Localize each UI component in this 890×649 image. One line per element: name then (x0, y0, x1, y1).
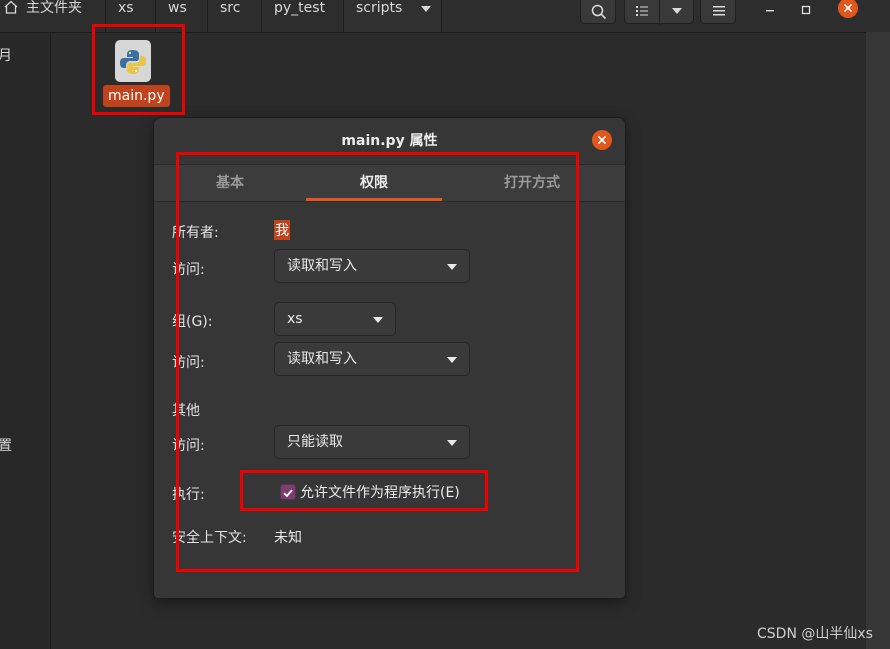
owner-access-select[interactable]: 读取和写入 (274, 249, 470, 283)
dialog-title: main.py 属性 (341, 133, 438, 149)
breadcrumb-src[interactable]: src (208, 0, 262, 32)
breadcrumb-py-test[interactable]: py_test (262, 0, 344, 32)
chevron-down-icon (447, 264, 457, 270)
menu-button[interactable] (700, 0, 736, 24)
breadcrumb-home[interactable]: 主文件夹 (0, 0, 106, 32)
dialog-close-button[interactable] (592, 130, 612, 150)
others-access-value: 只能读取 (287, 434, 343, 450)
execute-checkbox-label: 允许文件作为程序执行(E) (300, 485, 460, 501)
hamburger-icon (713, 6, 725, 16)
minimize-icon (766, 10, 774, 12)
breadcrumb-ws[interactable]: ws (156, 0, 208, 32)
breadcrumb-scripts[interactable]: scripts (344, 0, 442, 32)
others-heading: 其他 (172, 403, 200, 419)
chevron-down-icon (421, 6, 431, 12)
group-access-label: 访问: (172, 355, 205, 371)
file-name-label: main.py (103, 85, 170, 107)
owner-label: 所有者: (172, 225, 219, 241)
scrollbar-area (866, 32, 890, 649)
chevron-down-icon (447, 440, 457, 446)
security-context-label: 安全上下文: (172, 530, 247, 546)
divider (659, 0, 660, 25)
chevron-down-icon[interactable] (672, 8, 682, 14)
breadcrumb-label: xs (118, 0, 134, 16)
breadcrumb-label: scripts (356, 0, 403, 16)
close-window-button[interactable] (830, 0, 866, 24)
tab-bar: 基本 权限 打开方式 (154, 164, 625, 202)
breadcrumb-label: ws (168, 0, 187, 16)
breadcrumb-label: 主文件夹 (26, 0, 82, 16)
close-icon (597, 135, 607, 145)
breadcrumb-label: py_test (274, 0, 326, 16)
watermark: CSDN @山半仙xs (757, 626, 873, 642)
group-access-select[interactable]: 读取和写入 (274, 342, 470, 376)
view-options-group[interactable] (624, 0, 694, 25)
maximize-icon (801, 5, 811, 15)
others-access-select[interactable]: 只能读取 (274, 425, 470, 459)
home-icon (4, 0, 18, 14)
group-access-value: 读取和写入 (287, 351, 357, 367)
owner-access-label: 访问: (172, 262, 205, 278)
breadcrumb-label: src (220, 0, 241, 16)
owner-access-value: 读取和写入 (287, 258, 357, 274)
chevron-down-icon (373, 317, 383, 323)
tab-label: 权限 (360, 175, 388, 191)
group-select[interactable]: xs (274, 302, 396, 336)
group-label: 组(G): (172, 314, 213, 330)
breadcrumb-xs[interactable]: xs (106, 0, 156, 32)
execute-label: 执行: (172, 487, 205, 503)
minimize-button[interactable] (752, 0, 788, 24)
tab-permissions[interactable]: 权限 (306, 165, 442, 201)
tab-open-with[interactable]: 打开方式 (484, 165, 580, 201)
sidebar-item-label[interactable]: 置 (0, 435, 12, 455)
list-view-icon (636, 6, 648, 16)
others-access-label: 访问: (172, 438, 205, 454)
maximize-button[interactable] (788, 0, 824, 24)
python-file-icon (115, 40, 151, 82)
search-button[interactable] (580, 0, 616, 24)
checkmark-icon (283, 489, 293, 498)
properties-dialog: main.py 属性 基本 权限 打开方式 所有者: 我 访问: 读取和写入 组… (154, 118, 625, 598)
checkbox-box[interactable] (280, 484, 296, 500)
search-icon (591, 4, 607, 20)
chevron-down-icon (447, 357, 457, 363)
group-value: xs (287, 311, 303, 327)
path-bar: 主文件夹 xs ws src py_test scripts (0, 0, 890, 33)
tab-basic[interactable]: 基本 (186, 165, 274, 201)
close-icon (838, 0, 858, 18)
active-tab-indicator (306, 198, 442, 201)
file-item-main-py[interactable]: main.py (96, 33, 180, 111)
security-context-value: 未知 (274, 530, 302, 546)
owner-value: 我 (274, 220, 290, 240)
sidebar-item-label[interactable]: 月 (0, 45, 12, 65)
sidebar: 月 置 (0, 33, 51, 649)
